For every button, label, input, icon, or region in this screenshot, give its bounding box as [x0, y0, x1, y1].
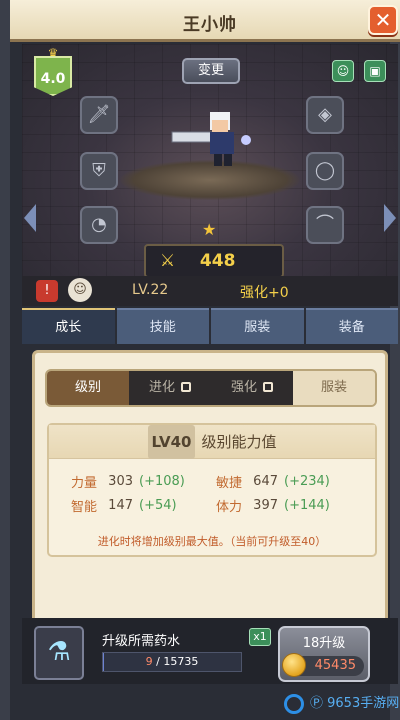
subtab-evolution[interactable]: 进化 [129, 371, 211, 405]
lock-icon [181, 382, 191, 392]
level-stats-card: LV40 级别能力值 力量 303 (+108) 敏捷 647 (+234) 智… [47, 423, 377, 557]
enhance-level: 强化+0 [240, 285, 289, 301]
hero-name-title: 王小帅 [183, 15, 237, 35]
tab-growth[interactable]: 成长 [22, 308, 115, 344]
level-badge: 4.0 [34, 56, 72, 96]
stats-grid: 力量 303 (+108) 敏捷 647 (+234) 智能 147 (+54) [71, 469, 361, 517]
power-value: 448 [199, 251, 236, 271]
hero-level: LV.22 [132, 282, 169, 298]
ring-icon: ◯ [314, 160, 336, 181]
hero-sprite [171, 112, 251, 166]
title-bar: 王小帅 ✕ [10, 0, 400, 42]
upgrade-cost: 45435 [282, 653, 364, 677]
avatar[interactable]: ☺ [68, 278, 92, 302]
ring-slot[interactable]: ◯ [306, 152, 344, 190]
profile-icon[interactable]: ☺ [332, 60, 354, 82]
stat-intelligence: 智能 147 (+54) [71, 497, 177, 515]
tab-skills[interactable]: 技能 [116, 308, 209, 344]
prev-hero-arrow[interactable] [24, 204, 36, 232]
stats-row: 力量 303 (+108) 敏捷 647 (+234) [71, 469, 361, 493]
cap-icon: ⌒ [316, 214, 334, 235]
site-watermark: Ⓟ 9653手游网 [284, 688, 400, 720]
growth-subtabs: 级别 进化 强化 服装 [45, 369, 377, 407]
armor-slot[interactable]: ⛨ [80, 152, 118, 190]
upgrade-label: 18升级 [302, 636, 346, 651]
hero-info-row: ! ☺ LV.22 强化+0 [22, 276, 398, 306]
weapon-slot[interactable]: 🗡 [80, 96, 118, 134]
gold-coin-icon [282, 653, 306, 677]
necklace-icon: ◈ [318, 104, 332, 125]
lock-icon [263, 382, 273, 392]
sword-icon: 🗡 [87, 104, 111, 125]
star-icon: ★ [202, 220, 217, 239]
tab-costume[interactable]: 服装 [211, 308, 304, 344]
next-hero-arrow[interactable] [384, 204, 396, 232]
subtab-enhance[interactable]: 强化 [211, 371, 293, 405]
stat-agility: 敏捷 647 (+234) [216, 473, 330, 491]
hero-stage: ♛ 4.0 变更 ☺ ▣ 🗡 ⛨ ◔ ◈ ◯ ⌒ ★ [22, 44, 398, 276]
stats-heading: LV40 级别能力值 [49, 425, 375, 459]
alert-icon[interactable]: ! [36, 280, 58, 302]
subtab-costume[interactable]: 服装 [293, 371, 375, 405]
multiplier-button[interactable]: x1 [249, 628, 271, 646]
info-icon[interactable]: ▣ [364, 60, 386, 82]
armor-icon: ⛨ [92, 160, 106, 181]
potion-progress-bar: 9 / 15735 [102, 652, 242, 672]
upgrade-button[interactable]: 18升级 45435 [278, 626, 370, 682]
close-button[interactable]: ✕ [368, 5, 398, 35]
stats-row: 智能 147 (+54) 体力 397 (+144) [71, 493, 361, 517]
game-frame: 王小帅 ✕ ♛ 4.0 变更 ☺ ▣ 🗡 ⛨ ◔ ◈ ◯ ⌒ ★ ⚔ 448 !… [0, 0, 400, 720]
swords-icon: ⚔ [160, 251, 176, 271]
main-tabs: 成长 技能 服装 装备 [22, 308, 398, 344]
stat-stamina: 体力 397 (+144) [216, 497, 330, 515]
evolution-note: 进化时将增加级别最大值。（当前可升级至40） [97, 535, 327, 548]
stat-strength: 力量 303 (+108) [71, 473, 185, 491]
change-button[interactable]: 变更 [182, 58, 240, 84]
helmet-icon: ◔ [91, 214, 107, 235]
potion-icon[interactable]: ⚗ [34, 626, 84, 680]
potion-need-label: 升级所需药水 [102, 634, 181, 649]
cap-slot[interactable]: ⌒ [306, 206, 344, 244]
level-tag: LV40 [147, 425, 196, 459]
helmet-slot[interactable]: ◔ [80, 206, 118, 244]
necklace-slot[interactable]: ◈ [306, 96, 344, 134]
watermark-logo-icon [284, 693, 304, 714]
subtab-level[interactable]: 级别 [47, 371, 129, 405]
progress-text: 9 / 15735 [145, 655, 199, 668]
tab-equipment[interactable]: 装备 [305, 308, 398, 344]
power-display: ⚔ 448 [144, 244, 284, 278]
